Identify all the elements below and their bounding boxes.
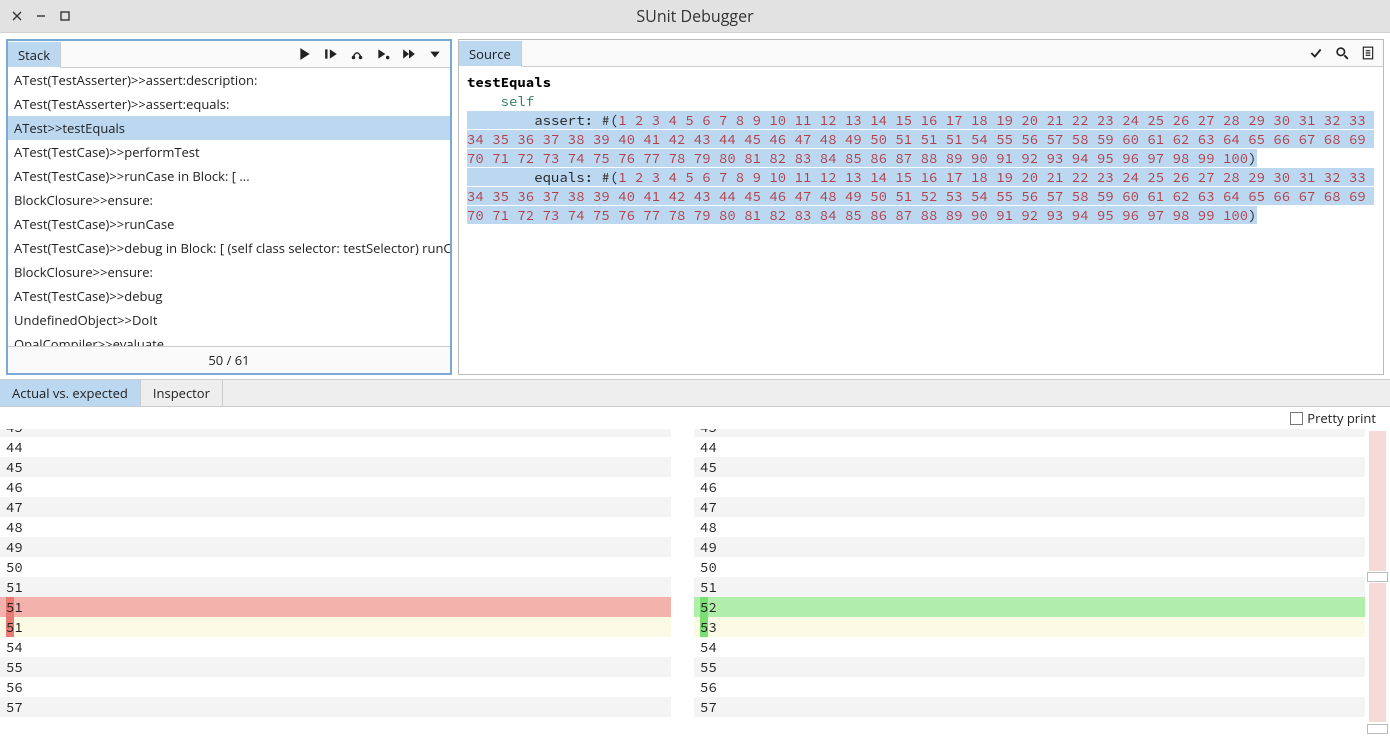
diff-row: 56	[0, 677, 671, 697]
diff-row: 52	[694, 597, 1365, 617]
diff-row: 48	[0, 517, 671, 537]
diff-row: 44	[694, 437, 1365, 457]
diff-row: 54	[0, 637, 671, 657]
source-pane: Source testEquals self assert: #(1 2 3 4…	[458, 39, 1384, 375]
pretty-print-checkbox[interactable]	[1290, 412, 1303, 425]
diff-row: 50	[0, 557, 671, 577]
stack-item[interactable]: ATest(TestCase)>>debug in Block: [ (self…	[8, 236, 450, 260]
diff-row: 47	[0, 497, 671, 517]
diff-row: 43	[694, 429, 1365, 437]
diff-row: 57	[694, 697, 1365, 717]
diff-minimap[interactable]	[1365, 429, 1390, 736]
restart-icon[interactable]	[402, 47, 416, 61]
stack-pane: Stack ATest(TestAsserter)>>assert:descri…	[6, 39, 452, 375]
tab-inspector[interactable]: Inspector	[141, 380, 223, 406]
tab-actual-expected[interactable]: Actual vs. expected	[0, 380, 141, 406]
stack-footer: 50 / 61	[8, 346, 450, 373]
search-icon[interactable]	[1335, 46, 1349, 60]
stack-item[interactable]: ATest(TestCase)>>performTest	[8, 140, 450, 164]
diff-row: 44	[0, 437, 671, 457]
step-out-icon[interactable]	[376, 47, 390, 61]
stack-tab-label[interactable]: Stack	[8, 42, 61, 69]
minimize-icon[interactable]	[36, 11, 46, 21]
document-icon[interactable]	[1361, 46, 1375, 60]
diff-row: 55	[0, 657, 671, 677]
accept-icon[interactable]	[1309, 46, 1323, 60]
diff-panel: Actual vs. expected Inspector Pretty pri…	[0, 379, 1390, 736]
stack-item[interactable]: BlockClosure>>ensure:	[8, 188, 450, 212]
diff-row: 53	[694, 617, 1365, 637]
diff-row: 46	[0, 477, 671, 497]
diff-row: 46	[694, 477, 1365, 497]
close-icon[interactable]	[12, 11, 22, 21]
stack-menu-icon[interactable]	[428, 47, 442, 61]
stack-item[interactable]: ATest(TestCase)>>runCase in Block: [ ...	[8, 164, 450, 188]
stack-item[interactable]: ATest(TestAsserter)>>assert:description:	[8, 68, 450, 92]
diff-actual-column[interactable]: 434445464748495051515154555657	[0, 429, 671, 736]
titlebar: SUnit Debugger	[0, 0, 1390, 33]
diff-row: 48	[694, 517, 1365, 537]
diff-row: 56	[694, 677, 1365, 697]
window-title: SUnit Debugger	[0, 5, 1390, 27]
diff-expected-column[interactable]: 434445464748495051525354555657	[694, 429, 1365, 736]
run-icon[interactable]	[298, 47, 312, 61]
stack-item[interactable]: ATest>>testEquals	[8, 116, 450, 140]
source-tab-label[interactable]: Source	[459, 41, 522, 68]
diff-row: 50	[694, 557, 1365, 577]
diff-row: 57	[0, 697, 671, 717]
diff-row: 51	[0, 577, 671, 597]
stack-item[interactable]: OpalCompiler>>evaluate	[8, 332, 450, 346]
diff-row: 45	[0, 457, 671, 477]
diff-row: 49	[0, 537, 671, 557]
diff-row: 49	[694, 537, 1365, 557]
step-into-icon[interactable]	[324, 47, 338, 61]
diff-row: 51	[0, 597, 671, 617]
stack-item[interactable]: ATest(TestAsserter)>>assert:equals:	[8, 92, 450, 116]
diff-row: 55	[694, 657, 1365, 677]
stack-item[interactable]: BlockClosure>>ensure:	[8, 260, 450, 284]
stack-item[interactable]: ATest(TestCase)>>debug	[8, 284, 450, 308]
maximize-icon[interactable]	[60, 11, 70, 21]
diff-row: 43	[0, 429, 671, 437]
source-code[interactable]: testEquals self assert: #(1 2 3 4 5 6 7 …	[459, 67, 1383, 374]
step-over-icon[interactable]	[350, 47, 364, 61]
pretty-print-label: Pretty print	[1307, 409, 1376, 427]
diff-row: 54	[694, 637, 1365, 657]
diff-row: 45	[694, 457, 1365, 477]
stack-item[interactable]: ATest(TestCase)>>runCase	[8, 212, 450, 236]
diff-row: 51	[694, 577, 1365, 597]
stack-list[interactable]: ATest(TestAsserter)>>assert:description:…	[8, 68, 450, 346]
stack-item[interactable]: UndefinedObject>>DoIt	[8, 308, 450, 332]
diff-row: 51	[0, 617, 671, 637]
diff-row: 47	[694, 497, 1365, 517]
